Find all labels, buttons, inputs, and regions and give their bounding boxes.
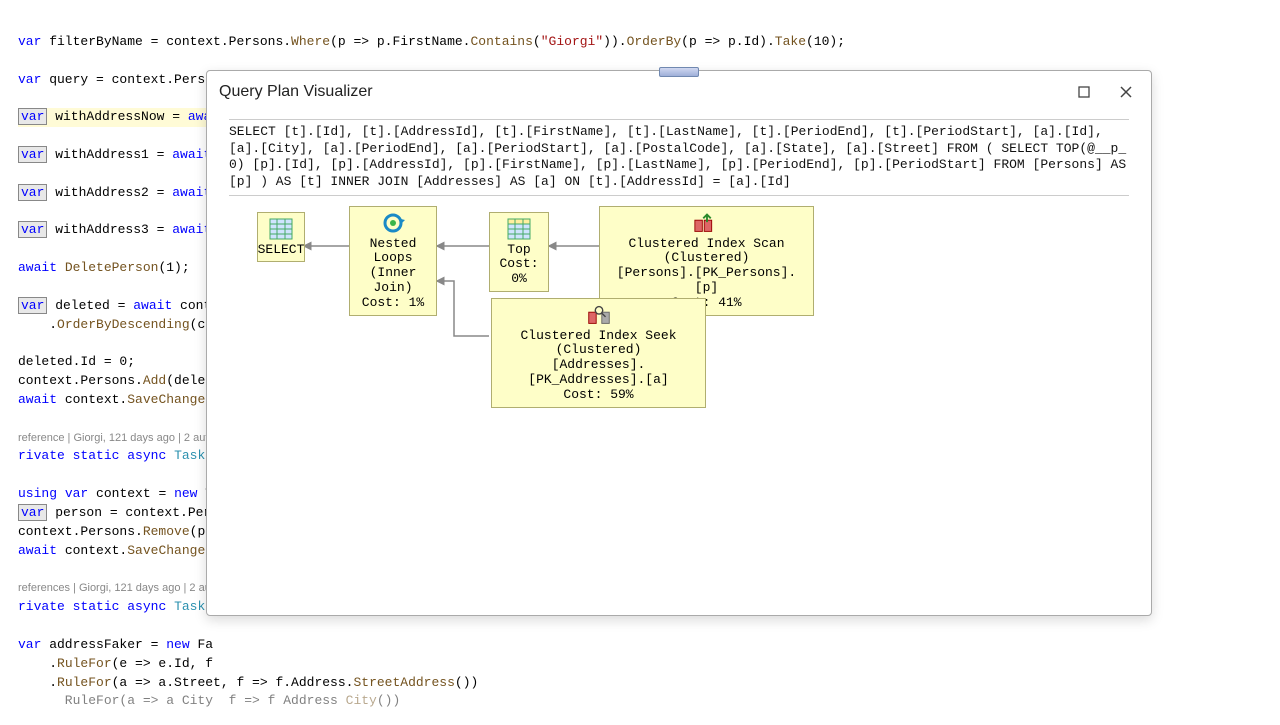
loop-icon — [379, 211, 407, 235]
seek-icon — [585, 303, 613, 327]
close-button[interactable] — [1113, 79, 1139, 105]
table-icon — [267, 217, 295, 241]
popup-titlebar: Query Plan Visualizer — [207, 71, 1151, 113]
query-plan-graph[interactable]: SELECT Nested Loops (Inner Join) Cost: 1… — [229, 206, 1129, 406]
query-plan-popup: Query Plan Visualizer SELECT [t].[Id], [… — [206, 70, 1152, 616]
plan-node-nested-loops[interactable]: Nested Loops (Inner Join) Cost: 1% — [349, 206, 437, 317]
plan-node-select[interactable]: SELECT — [257, 212, 305, 263]
popup-drag-handle[interactable] — [659, 67, 699, 77]
sql-query-text: SELECT [t].[Id], [t].[AddressId], [t].[F… — [229, 124, 1129, 191]
popup-title: Query Plan Visualizer — [219, 83, 1055, 101]
maximize-button[interactable] — [1071, 79, 1097, 105]
plan-node-index-seek[interactable]: Clustered Index Seek (Clustered) [Addres… — [491, 298, 706, 409]
codelens[interactable]: references | Giorgi, 121 days ago | 2 au… — [18, 582, 235, 594]
codelens[interactable]: reference | Giorgi, 121 days ago | 2 aut… — [18, 432, 233, 444]
plan-node-top[interactable]: Top Cost: 0% — [489, 212, 549, 293]
scan-icon — [693, 211, 721, 235]
table-icon — [505, 217, 533, 241]
